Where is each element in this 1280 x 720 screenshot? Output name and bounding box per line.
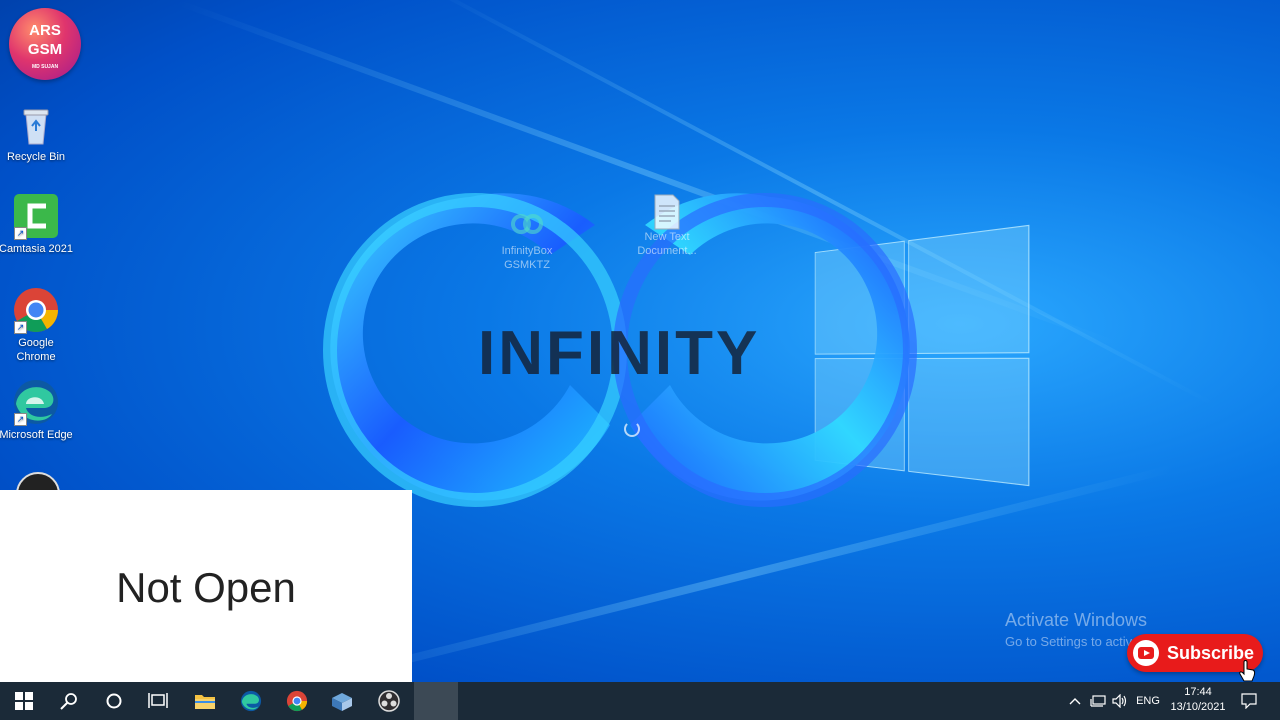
desktop-icon-infinitybox[interactable]: InfinityBox GSMKTZ (487, 208, 567, 272)
action-center-button[interactable] (1238, 682, 1260, 720)
edge-icon: ↗ (12, 378, 60, 426)
taskbar: ENG 17:44 13/10/2021 (0, 682, 1280, 720)
active-taskbar-slot[interactable] (414, 682, 458, 720)
chrome-taskbar-button[interactable] (275, 682, 319, 720)
caption-panel: Not Open (0, 490, 412, 686)
start-button[interactable] (2, 682, 46, 720)
shortcut-arrow-icon: ↗ (14, 227, 27, 240)
cortana-icon (105, 692, 123, 710)
logo-line3: MD SUJAN (9, 64, 81, 70)
obs-taskbar-button[interactable] (367, 682, 411, 720)
volume-button[interactable] (1110, 682, 1130, 720)
obs-icon (378, 690, 400, 712)
recycle-bin-icon (12, 100, 60, 148)
search-button[interactable] (47, 682, 91, 720)
volume-icon (1112, 694, 1128, 708)
watermark-title: Activate Windows (1005, 610, 1210, 631)
desktop-icon-label: New Text Document... (627, 230, 707, 258)
camtasia-icon: ↗ (12, 192, 60, 240)
notification-icon (1241, 693, 1257, 709)
desktop-icon-camtasia[interactable]: ↗ Camtasia 2021 (0, 192, 74, 256)
task-view-icon (148, 692, 168, 710)
network-button[interactable] (1088, 682, 1108, 720)
shortcut-arrow-icon: ↗ (14, 413, 27, 426)
shortcut-arrow-icon: ↗ (14, 321, 27, 334)
show-hidden-icons-button[interactable] (1066, 682, 1084, 720)
file-explorer-button[interactable] (183, 682, 227, 720)
language-indicator[interactable]: ENG (1134, 682, 1162, 720)
desktop-icon-new-text-document[interactable]: New Text Document... (627, 194, 707, 258)
network-icon (1090, 694, 1106, 708)
desktop-icon-label: Microsoft Edge (0, 428, 74, 442)
desktop-icon-label: Recycle Bin (0, 150, 74, 164)
text-document-icon (651, 194, 683, 226)
logo-line2: GSM (9, 41, 81, 58)
youtube-icon (1133, 640, 1159, 666)
search-icon (60, 692, 78, 710)
caption-text: Not Open (116, 564, 296, 612)
infinity-box-icon (330, 690, 354, 712)
edge-taskbar-button[interactable] (229, 682, 273, 720)
infinitybox-icon (511, 208, 543, 240)
loading-cursor-icon (624, 421, 640, 437)
desktop-icon-label: Google Chrome (0, 336, 74, 364)
start-icon (15, 692, 33, 710)
clock[interactable]: 17:44 13/10/2021 (1166, 685, 1230, 715)
chrome-icon (286, 690, 308, 712)
logo-line1: ARS (9, 22, 81, 39)
task-view-button[interactable] (136, 682, 180, 720)
desktop-icon-google-chrome[interactable]: ↗ Google Chrome (0, 286, 74, 364)
file-explorer-icon (194, 692, 216, 710)
clock-date: 13/10/2021 (1166, 700, 1230, 715)
infinity-logo-text: INFINITY (478, 318, 760, 389)
clock-time: 17:44 (1166, 685, 1230, 700)
desktop-icon-microsoft-edge[interactable]: ↗ Microsoft Edge (0, 378, 74, 442)
cortana-button[interactable] (92, 682, 136, 720)
hand-cursor-icon (1238, 660, 1256, 682)
chevron-up-icon (1069, 697, 1081, 705)
desktop-icon-recycle-bin[interactable]: Recycle Bin (0, 100, 74, 164)
edge-icon (240, 690, 262, 712)
desktop-icon-label: InfinityBox GSMKTZ (487, 244, 567, 272)
channel-logo: ARS GSM MD SUJAN (9, 8, 81, 80)
infinity-box-taskbar-button[interactable] (320, 682, 364, 720)
chrome-icon: ↗ (12, 286, 60, 334)
desktop-icon-label: Camtasia 2021 (0, 242, 74, 256)
